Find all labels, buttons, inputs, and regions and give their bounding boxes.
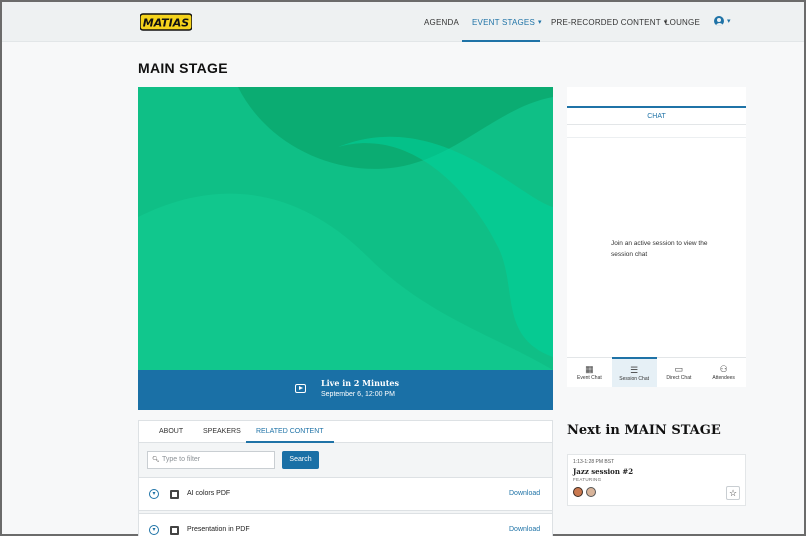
chat-bottom-tabs: ▦ Event Chat ☰ Session Chat ▭ Direct Cha…: [567, 357, 746, 387]
favorite-star-button[interactable]: ☆: [726, 486, 740, 500]
user-menu[interactable]: ▾: [714, 16, 731, 26]
chat-bubbles-icon: ☰: [630, 365, 639, 375]
file-name: AI colors PDF: [187, 490, 231, 497]
logo-text: MATIAS: [143, 17, 190, 30]
live-datetime: September 6, 12:00 PM: [321, 391, 395, 398]
chevron-down-icon: ▾: [727, 18, 731, 25]
search-button[interactable]: Search: [282, 451, 319, 469]
document-icon: [170, 490, 179, 499]
content-tabs-card: ABOUT SPEAKERS RELATED CONTENT 🔍︎ Type t…: [138, 420, 553, 536]
chevron-down-icon: ▾: [538, 19, 542, 26]
chevron-down-icon[interactable]: ▾: [149, 525, 159, 535]
tab-label: Session Chat: [619, 376, 649, 382]
next-session-card[interactable]: 1:13-1:28 PM BST Jazz session #2 FEATURI…: [567, 454, 746, 506]
next-section-title: Next in MAIN STAGE: [567, 423, 721, 438]
nav-event-stages[interactable]: EVENT STAGES ▾: [472, 2, 542, 42]
featuring-label: FEATURING: [573, 477, 602, 482]
download-link[interactable]: Download: [509, 526, 540, 533]
video-player[interactable]: [138, 87, 553, 370]
nav-lounge[interactable]: LOUNGE: [665, 2, 700, 42]
download-link[interactable]: Download: [509, 490, 540, 497]
tab-label: Event Chat: [577, 375, 602, 381]
avatar[interactable]: [586, 487, 596, 497]
live-status-bar: Live in 2 Minutes September 6, 12:00 PM: [138, 370, 553, 410]
live-status: Live in 2 Minutes: [321, 378, 399, 388]
tab-session-chat[interactable]: ☰ Session Chat: [611, 357, 657, 387]
tab-label: Direct Chat: [666, 375, 692, 381]
tab-chat[interactable]: CHAT: [567, 108, 746, 125]
content-tabs: ABOUT SPEAKERS RELATED CONTENT: [139, 421, 552, 443]
search-icon: 🔍︎: [152, 457, 160, 463]
filter-input[interactable]: 🔍︎ Type to filter: [147, 451, 275, 469]
chat-empty-message: Join an active session to view the sessi…: [611, 240, 708, 258]
file-name: Presentation in PDF: [187, 526, 250, 533]
people-icon: ⚇: [719, 364, 728, 374]
message-icon: ▭: [674, 364, 684, 374]
document-icon: [170, 526, 179, 535]
tab-speakers[interactable]: SPEAKERS: [203, 421, 241, 443]
video-background: [138, 87, 553, 370]
filter-placeholder: Type to filter: [162, 456, 201, 463]
active-nav-indicator: [462, 40, 540, 42]
tab-related-content[interactable]: RELATED CONTENT: [246, 421, 334, 443]
tab-event-chat[interactable]: ▦ Event Chat: [567, 358, 612, 387]
top-navigation-bar: MATIAS AGENDA EVENT STAGES ▾ PRE-RECORDED…: [2, 2, 804, 42]
tab-attendees[interactable]: ⚇ Attendees: [701, 358, 746, 387]
page-title: MAIN STAGE: [138, 60, 228, 76]
list-item: ▾ Presentation in PDF Download: [139, 513, 552, 536]
session-time: 1:13-1:28 PM BST: [573, 459, 615, 465]
divider: [567, 137, 746, 138]
tab-label: Attendees: [712, 375, 735, 381]
user-circle-icon: [714, 16, 724, 26]
play-icon: [295, 384, 306, 393]
chat-panel: CHAT Join an active session to view the …: [567, 87, 746, 387]
tab-about[interactable]: ABOUT: [159, 421, 183, 443]
nav-pre-recorded-content[interactable]: PRE-RECORDED CONTENT ▾: [551, 2, 668, 42]
nav-agenda[interactable]: AGENDA: [424, 2, 459, 42]
chevron-down-icon[interactable]: ▾: [149, 489, 159, 499]
avatar[interactable]: [573, 487, 583, 497]
session-title: Jazz session #2: [573, 467, 634, 476]
calendar-icon: ▦: [585, 364, 594, 374]
list-item: ▾ AI colors PDF Download: [139, 477, 552, 511]
matias-logo[interactable]: MATIAS: [140, 12, 192, 32]
tab-direct-chat[interactable]: ▭ Direct Chat: [657, 358, 702, 387]
